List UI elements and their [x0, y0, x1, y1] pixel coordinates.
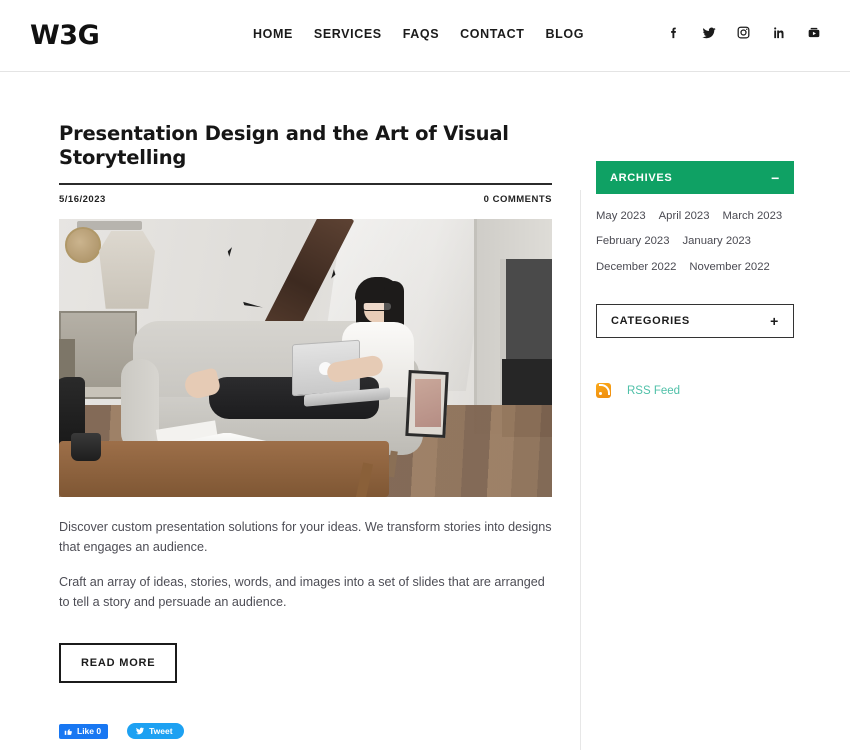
- post-content: Discover custom presentation solutions f…: [59, 517, 552, 613]
- rss-icon[interactable]: [596, 383, 611, 399]
- facebook-icon[interactable]: [665, 24, 682, 41]
- site-header: W3G HOME SERVICES FAQS CONTACT BLOG: [0, 0, 850, 72]
- main-navigation: HOME SERVICES FAQS CONTACT BLOG: [253, 27, 584, 41]
- person-glasses: [362, 301, 392, 311]
- hanging-coat: [99, 230, 155, 309]
- archive-link-april-2023[interactable]: April 2023: [659, 208, 710, 224]
- youtube-icon[interactable]: [805, 24, 822, 41]
- post-date: 5/16/2023: [59, 193, 106, 205]
- thumbs-up-icon: [64, 727, 73, 736]
- instagram-icon[interactable]: [735, 24, 752, 41]
- social-share-row: Like 0 Tweet: [59, 721, 552, 741]
- sofa-arm-left: [121, 358, 159, 451]
- archive-link-november-2022[interactable]: November 2022: [689, 259, 769, 275]
- facebook-like-label: Like 0: [77, 726, 102, 737]
- archives-widget-header[interactable]: ARCHIVES −: [596, 161, 794, 194]
- sidebar: ARCHIVES − May 2023 April 2023 March 202…: [596, 161, 794, 399]
- archive-link-may-2023[interactable]: May 2023: [596, 208, 646, 224]
- read-more-button[interactable]: READ MORE: [59, 643, 178, 684]
- archive-link-january-2023[interactable]: January 2023: [682, 233, 750, 249]
- nav-blog[interactable]: BLOG: [546, 27, 585, 41]
- categories-widget-header[interactable]: CATEGORIES +: [596, 304, 794, 339]
- nav-contact[interactable]: CONTACT: [460, 27, 524, 41]
- categories-title: CATEGORIES: [611, 315, 690, 328]
- twitter-bird-icon: [135, 726, 145, 736]
- archives-title: ARCHIVES: [610, 171, 673, 184]
- title-underline: [59, 182, 552, 185]
- twitter-icon[interactable]: [700, 24, 717, 41]
- straw-bag: [65, 226, 101, 263]
- plus-icon[interactable]: +: [770, 314, 779, 328]
- post-comment-count[interactable]: 0 COMMENTS: [484, 194, 552, 205]
- archives-list: May 2023 April 2023 March 2023 February …: [596, 208, 786, 275]
- categories-widget: CATEGORIES +: [596, 304, 794, 339]
- blog-post: Presentation Design and the Art of Visua…: [59, 122, 552, 750]
- picture-frame-art: [415, 378, 441, 427]
- nav-home[interactable]: HOME: [253, 27, 293, 41]
- content-sidebar-divider: [580, 190, 581, 750]
- site-logo[interactable]: W3G: [30, 20, 100, 51]
- minus-icon[interactable]: −: [771, 171, 780, 185]
- post-meta: 5/16/2023 0 COMMENTS: [59, 194, 552, 205]
- archive-link-march-2023[interactable]: March 2023: [723, 208, 783, 224]
- post-paragraph-2: Craft an array of ideas, stories, words,…: [59, 574, 545, 609]
- post-paragraph-1: Discover custom presentation solutions f…: [59, 519, 552, 555]
- page-body: Presentation Design and the Art of Visua…: [0, 72, 850, 750]
- tweet-button[interactable]: Tweet: [127, 723, 184, 740]
- rss-feed-link[interactable]: RSS Feed: [627, 385, 680, 397]
- social-links: [665, 24, 822, 41]
- linkedin-icon[interactable]: [770, 24, 787, 41]
- facebook-like-button[interactable]: Like 0: [59, 723, 109, 739]
- rss-feed-row: RSS Feed: [596, 383, 794, 399]
- nav-faqs[interactable]: FAQS: [403, 27, 439, 41]
- tweet-label: Tweet: [149, 726, 173, 737]
- archive-link-december-2022[interactable]: December 2022: [596, 259, 676, 275]
- archive-link-february-2023[interactable]: February 2023: [596, 233, 669, 249]
- nav-services[interactable]: SERVICES: [314, 27, 382, 41]
- post-hero-image: [59, 218, 552, 497]
- page-title: Presentation Design and the Art of Visua…: [59, 122, 509, 170]
- coffee-table: [59, 440, 389, 497]
- black-mug: [71, 432, 101, 461]
